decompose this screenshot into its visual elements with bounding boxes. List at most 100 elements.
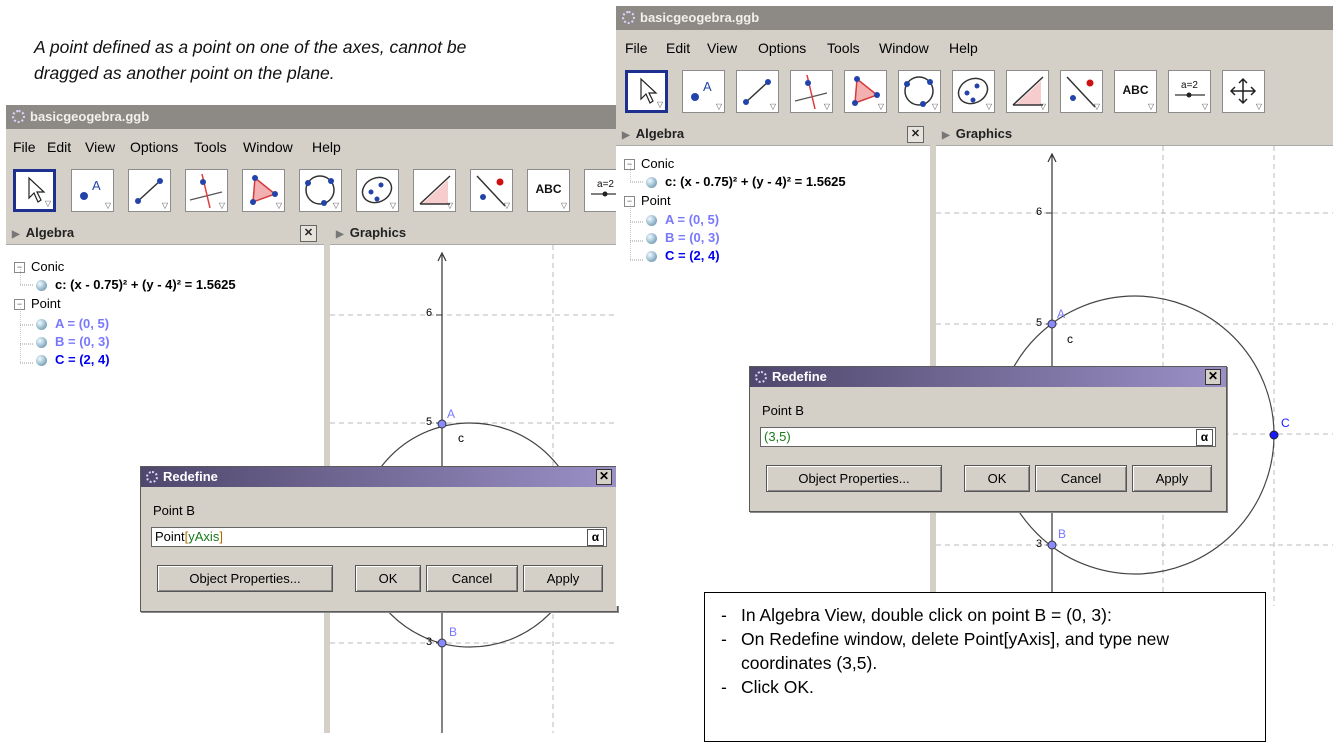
slider-icon	[591, 191, 616, 197]
title-bar: basicgeogebra.ggb	[616, 6, 1333, 30]
tool-angle[interactable]: ▽	[1006, 70, 1049, 113]
point-a-label: A	[1057, 307, 1066, 321]
menu-tools[interactable]: Tools	[827, 40, 860, 56]
tool-slider[interactable]: a=2	[584, 169, 616, 212]
close-algebra-icon[interactable]: ✕	[300, 225, 317, 242]
tool-conic[interactable]: ▽	[356, 169, 399, 212]
tool-text[interactable]: ABC ▽	[1114, 70, 1157, 113]
collapse-arrow-icon[interactable]: ▶	[12, 229, 20, 240]
tool-line[interactable]: ▽	[736, 70, 779, 113]
object-properties-button[interactable]: Object Properties...	[766, 465, 942, 492]
dialog-close-icon[interactable]: ✕	[1205, 369, 1221, 385]
menu-bar: File Edit View Options Tools Window Help	[6, 129, 616, 165]
menu-options[interactable]: Options	[758, 40, 806, 56]
menu-bar: File Edit View Options Tools Window Help	[616, 30, 1333, 66]
algebra-panel-header: ▶ Algebra ✕	[616, 123, 930, 146]
input-argument: yAxis	[188, 529, 220, 544]
point-c-label: C	[1281, 416, 1290, 430]
geogebra-app-icon	[622, 11, 635, 24]
y-tick-3: 3	[426, 636, 433, 648]
tool-move[interactable]: ▽	[13, 169, 56, 212]
menu-tools[interactable]: Tools	[194, 139, 227, 155]
geogebra-window-left: basicgeogebra.ggb File Edit View Options…	[6, 105, 616, 733]
window-title: basicgeogebra.ggb	[30, 109, 150, 124]
collapse-arrow-icon[interactable]: ▶	[622, 130, 630, 141]
tree-conic-c[interactable]: c: (x - 0.75)² + (y - 4)² = 1.5625	[36, 277, 236, 292]
graphics-panel-header: ▶ Graphics	[330, 222, 616, 245]
svg-text:A: A	[92, 178, 101, 193]
dialog-title-bar: Redefine ✕	[141, 467, 617, 487]
tool-perpendicular[interactable]: ▽	[790, 70, 833, 113]
instruction-list: In Algebra View, double click on point B…	[717, 603, 1253, 699]
tool-new-point[interactable]: A ▽	[71, 169, 114, 212]
tool-new-point[interactable]: A ▽	[682, 70, 725, 113]
tool-angle[interactable]: ▽	[413, 169, 456, 212]
tool-circle[interactable]: ▽	[299, 169, 342, 212]
conic-label: c	[1067, 332, 1073, 346]
menu-view[interactable]: View	[707, 40, 737, 56]
tool-line[interactable]: ▽	[128, 169, 171, 212]
tool-circle[interactable]: ▽	[898, 70, 941, 113]
tool-polygon[interactable]: ▽	[242, 169, 285, 212]
tool-reflect[interactable]: ▽	[1060, 70, 1103, 113]
redefine-dialog-right: Redefine ✕ Point B (3,5) α Object Proper…	[749, 366, 1227, 512]
close-algebra-icon[interactable]: ✕	[907, 126, 924, 143]
caption: A point defined as a point on one of the…	[34, 34, 594, 86]
tree-conic-c[interactable]: c: (x - 0.75)² + (y - 4)² = 1.5625	[646, 174, 846, 189]
geogebra-app-icon	[146, 471, 158, 483]
geogebra-window-right: basicgeogebra.ggb File Edit View Options…	[616, 6, 1333, 606]
instruction-step-3: Click OK.	[717, 675, 1253, 699]
apply-button[interactable]: Apply	[1132, 465, 1212, 492]
collapse-arrow-icon[interactable]: ▶	[942, 130, 950, 141]
menu-help[interactable]: Help	[949, 40, 978, 56]
geogebra-app-icon	[755, 371, 767, 383]
algebra-title: Algebra	[25, 225, 75, 240]
menu-edit[interactable]: Edit	[47, 139, 71, 155]
menu-options[interactable]: Options	[130, 139, 178, 155]
dialog-close-icon[interactable]: ✕	[596, 469, 612, 485]
definition-input[interactable]: (3,5) α	[760, 427, 1216, 447]
title-bar: basicgeogebra.ggb	[6, 105, 616, 129]
svg-text:A: A	[703, 79, 712, 94]
y-tick-5: 5	[426, 416, 433, 428]
input-bracket-close: ]	[219, 529, 223, 544]
instruction-step-1: In Algebra View, double click on point B…	[717, 603, 1253, 627]
cancel-button[interactable]: Cancel	[1035, 465, 1127, 492]
menu-view[interactable]: View	[85, 139, 115, 155]
tool-text[interactable]: ABC ▽	[527, 169, 570, 212]
object-properties-button[interactable]: Object Properties...	[157, 565, 333, 592]
y-tick-5: 5	[1036, 317, 1043, 329]
input-value: (3,5)	[764, 429, 791, 444]
tool-polygon[interactable]: ▽	[844, 70, 887, 113]
alpha-symbol-button[interactable]: α	[587, 529, 604, 546]
instruction-step-2: On Redefine window, delete Point[yAxis],…	[717, 627, 1253, 675]
alpha-symbol-button[interactable]: α	[1196, 429, 1213, 446]
collapse-arrow-icon[interactable]: ▶	[336, 229, 344, 240]
apply-button[interactable]: Apply	[523, 565, 603, 592]
ok-button[interactable]: OK	[355, 565, 421, 592]
y-tick-6: 6	[426, 307, 433, 319]
graphics-title: Graphics	[349, 225, 407, 240]
cancel-button[interactable]: Cancel	[426, 565, 518, 592]
menu-window[interactable]: Window	[243, 139, 293, 155]
dialog-title-bar: Redefine ✕	[750, 367, 1226, 387]
tree-connectors	[630, 164, 644, 261]
ok-button[interactable]: OK	[964, 465, 1030, 492]
menu-window[interactable]: Window	[879, 40, 929, 56]
menu-file[interactable]: File	[13, 139, 36, 155]
tool-move[interactable]: ▽	[625, 70, 668, 113]
point-b-label: B	[1058, 527, 1067, 541]
dialog-title: Redefine	[163, 469, 218, 484]
tool-move-view[interactable]: ▽	[1222, 70, 1265, 113]
tool-slider[interactable]: a=2 ▽	[1168, 70, 1211, 113]
menu-help[interactable]: Help	[312, 139, 341, 155]
tool-perpendicular[interactable]: ▽	[185, 169, 228, 212]
caption-line-1: A point defined as a point on one of the…	[34, 37, 467, 57]
menu-file[interactable]: File	[625, 40, 648, 56]
y-tick-6: 6	[1036, 206, 1043, 218]
tool-conic[interactable]: ▽	[952, 70, 995, 113]
tool-reflect[interactable]: ▽	[470, 169, 513, 212]
definition-input[interactable]: Point[yAxis] α	[151, 527, 607, 547]
menu-edit[interactable]: Edit	[666, 40, 690, 56]
instruction-note: In Algebra View, double click on point B…	[704, 592, 1266, 742]
